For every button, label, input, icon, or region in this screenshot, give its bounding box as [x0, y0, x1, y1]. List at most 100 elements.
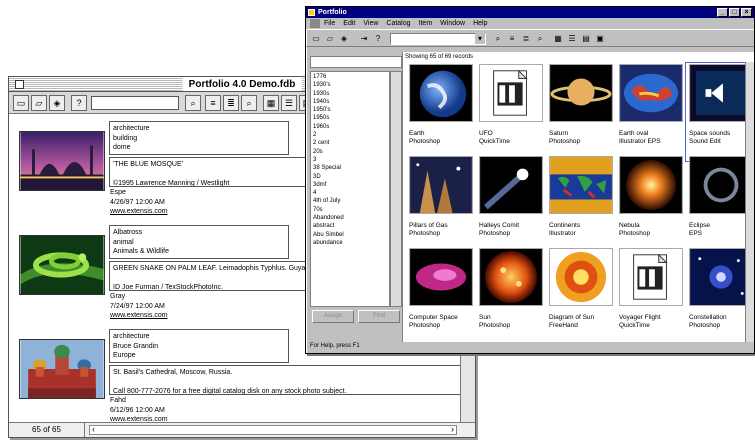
sun-thumbnail	[479, 248, 543, 306]
record-url-link[interactable]: www.extensis.com	[110, 207, 168, 217]
open-folder-icon[interactable]: ▱	[324, 33, 336, 44]
catalog-icon[interactable]: ◈	[338, 33, 350, 44]
search-field[interactable]	[91, 96, 179, 110]
tile-name: Nebula	[619, 222, 640, 229]
zoom-search-icon[interactable]: ⌕	[241, 95, 257, 111]
doc-control-icon[interactable]	[310, 19, 320, 28]
menu-catalog[interactable]: Catalog	[382, 18, 414, 29]
keyword-list-item[interactable]: 2 cent	[313, 139, 387, 147]
record-url-link[interactable]: www.extensis.com	[110, 311, 168, 321]
thumbnail-tile-voyager-flight[interactable]: Voyager Flight QuickTime	[617, 248, 687, 344]
keyword-list-item[interactable]: 3	[313, 156, 387, 164]
keyword: building	[113, 134, 138, 142]
menu-file[interactable]: File	[320, 18, 339, 29]
close-box-icon[interactable]	[15, 80, 24, 89]
thumbnail-tile-ufo[interactable]: UFO QuickTime	[477, 64, 547, 160]
keyword-list-item[interactable]: 20s	[313, 148, 387, 156]
thumbnail-tile-nebula[interactable]: Nebula Photoshop	[617, 156, 687, 252]
keyword-list-item[interactable]: 3dmf	[313, 181, 387, 189]
thumbnail-view-icon[interactable]: ▦	[552, 33, 564, 44]
keyword-list-item[interactable]: 1950s	[313, 114, 387, 122]
record-view-icon[interactable]: ▤	[580, 33, 592, 44]
keywords-box[interactable]: architecture Bruce Grandin Europe	[109, 329, 289, 363]
thumbnail-tile-earth[interactable]: Earth Photoshop	[407, 64, 477, 160]
keyword-list-item[interactable]: 70s	[313, 206, 387, 214]
horizontal-scrollbar[interactable]	[89, 424, 457, 435]
thumbnail-tile-pillars-of-gas[interactable]: Pillars of Gas Photoshop	[407, 156, 477, 252]
help-icon[interactable]: ?	[372, 33, 384, 44]
keyword-list-item[interactable]: 1940s	[313, 98, 387, 106]
sort-icon[interactable]: ≡	[506, 33, 518, 44]
record-date: 6/12/96 12:00 AM	[110, 406, 165, 414]
help-icon[interactable]: ?	[71, 95, 87, 111]
thumbnail-tile-halleys-comit[interactable]: Halleys Comit Photoshop	[477, 156, 547, 252]
maximize-button[interactable]: □	[729, 8, 740, 17]
minimize-button[interactable]: _	[717, 8, 728, 17]
gallery-scrollbar[interactable]	[745, 62, 754, 342]
keyword-list-item[interactable]: 4	[313, 189, 387, 197]
keyword-list[interactable]: 1776 1930's 1930s 1940s 1950's 1950s 1960s 2 2 c…	[310, 71, 390, 307]
thumbnail-tile-sun[interactable]: Sun Photoshop	[477, 248, 547, 344]
keyword-filter-input[interactable]	[310, 56, 402, 68]
tile-name: Diagram of Sun	[549, 314, 595, 321]
keyword-list-item[interactable]: 38 Special	[313, 164, 387, 172]
add-item-icon[interactable]: ⇥	[358, 33, 370, 44]
filter-icon[interactable]: ≣	[223, 95, 239, 111]
keyword-list-item[interactable]: 2	[313, 131, 387, 139]
win-title-bar[interactable]: Portfolio _ □ ×	[306, 7, 754, 18]
keyword-list-scrollbar[interactable]	[390, 71, 402, 307]
assign-button[interactable]: Assign	[312, 310, 354, 323]
keywords-box[interactable]: architecture building dome	[109, 121, 289, 155]
slideshow-icon[interactable]: ▣	[594, 33, 606, 44]
new-document-icon[interactable]: ▭	[13, 95, 29, 111]
keyword-list-item[interactable]: Abandoned	[313, 214, 387, 222]
menu-help[interactable]: Help	[469, 18, 491, 29]
thumbnail-tile-earth-oval[interactable]: Earth oval Illustrator EPS	[617, 64, 687, 160]
pillars-of-gas-thumbnail	[409, 156, 473, 214]
list-view-icon[interactable]: ☰	[566, 33, 578, 44]
open-folder-icon[interactable]: ▱	[31, 95, 47, 111]
list-view-icon[interactable]: ☰	[281, 95, 297, 111]
menu-item[interactable]: Item	[415, 18, 437, 29]
keyword: Animals & Wildlife	[113, 248, 170, 255]
keyword-list-item[interactable]: 1950's	[313, 106, 387, 114]
find-button[interactable]: Find	[358, 310, 400, 323]
record-date: 4/26/97 12:00 AM	[110, 198, 165, 206]
keywords-box[interactable]: Albatross animal Animals & Wildlife	[109, 225, 289, 259]
thumbnail-tile-saturn[interactable]: Saturn Photoshop	[547, 64, 617, 160]
keyword-list-item[interactable]: Abu Simbel	[313, 231, 387, 239]
keyword-list-item[interactable]: 1960s	[313, 123, 387, 131]
thumbnail-tile-computer-space[interactable]: Computer Space Photoshop	[407, 248, 477, 344]
tile-name: Constellation	[689, 314, 727, 321]
mac-window-title: Portfolio 4.0 Demo.fdb	[182, 78, 302, 91]
tile-file-type: Photoshop	[409, 230, 441, 237]
find-icon[interactable]: ⌕	[492, 33, 504, 44]
search-combo[interactable]	[390, 33, 486, 45]
keyword-list-item[interactable]: abundance	[313, 239, 387, 247]
catalog-icon[interactable]: ◈	[49, 95, 65, 111]
new-document-icon[interactable]: ▭	[310, 33, 322, 44]
caption-box[interactable]: St. Basil's Cathedral, Moscow, Russia. C…	[109, 365, 461, 395]
zoom-search-icon[interactable]: ⌕	[534, 33, 546, 44]
keyword-list-item[interactable]: 1930s	[313, 90, 387, 98]
thumbnail-tile-diagram-of-sun[interactable]: Diagram of Sun FreeHand	[547, 248, 617, 344]
keyword-list-item[interactable]: 4th of July	[313, 197, 387, 205]
keyword-list-item[interactable]: 1930's	[313, 81, 387, 89]
keyword: Albatross	[113, 229, 143, 236]
filter-icon[interactable]: ≣	[520, 33, 532, 44]
find-icon[interactable]: ⌕	[185, 95, 201, 111]
menu-edit[interactable]: Edit	[339, 18, 359, 29]
tile-name: Eclipse	[689, 222, 710, 229]
close-button[interactable]: ×	[741, 8, 752, 17]
earth-thumbnail	[409, 64, 473, 122]
constellation-thumbnail	[689, 248, 753, 306]
menu-window[interactable]: Window	[436, 18, 469, 29]
thumbnail-view-icon[interactable]: ▦	[263, 95, 279, 111]
thumbnail-tile-continents[interactable]: Continents Illustrator	[547, 156, 617, 252]
menu-view[interactable]: View	[359, 18, 382, 29]
sort-icon[interactable]: ≡	[205, 95, 221, 111]
keyword-list-item[interactable]: 1776	[313, 73, 387, 81]
keyword-list-item[interactable]: abstract	[313, 222, 387, 230]
keyword-list-item[interactable]: 3D	[313, 173, 387, 181]
tile-file-type: Photoshop	[479, 322, 511, 329]
